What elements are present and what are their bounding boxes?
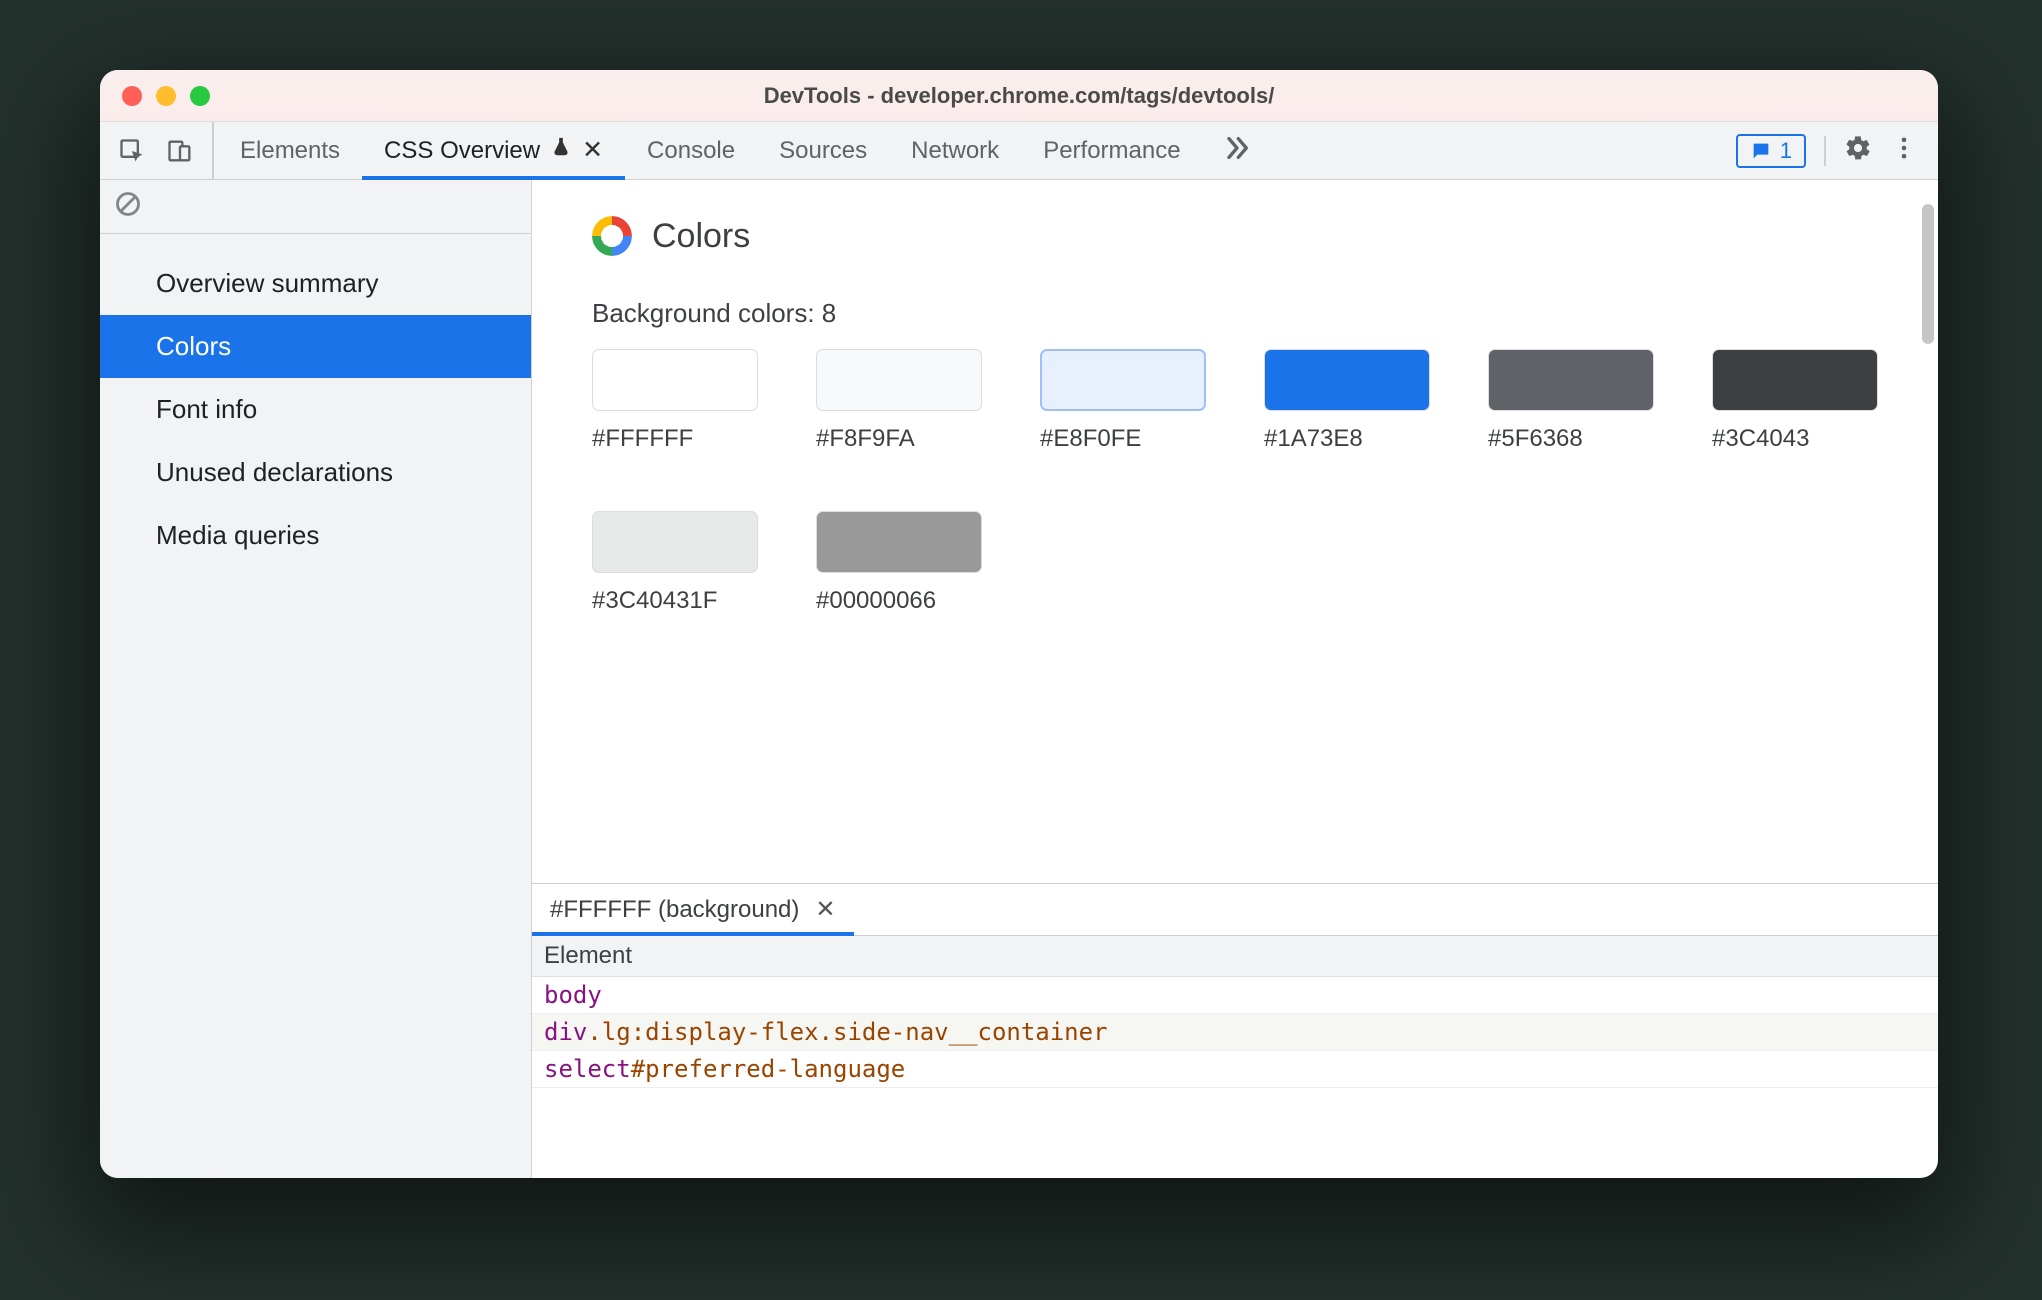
color-swatch[interactable]: #F8F9FA xyxy=(816,349,982,453)
color-swatch[interactable]: #00000066 xyxy=(816,511,982,615)
settings-button[interactable] xyxy=(1844,134,1872,167)
css-overview-sidebar: Overview summaryColorsFont infoUnused de… xyxy=(100,180,532,1178)
more-tabs-button[interactable] xyxy=(1203,122,1271,179)
tab-label: Network xyxy=(911,137,999,165)
toolbar-divider xyxy=(1824,136,1826,166)
window-title: DevTools - developer.chrome.com/tags/dev… xyxy=(100,83,1938,109)
sidebar-item-colors[interactable]: Colors xyxy=(100,315,531,378)
element-tag-token: div xyxy=(544,1018,587,1046)
element-row[interactable]: body xyxy=(532,977,1938,1014)
swatch-hex-label: #F8F9FA xyxy=(816,425,982,453)
color-swatch[interactable]: #E8F0FE xyxy=(1040,349,1206,453)
tab-performance[interactable]: Performance xyxy=(1021,122,1202,179)
tab-css-overview[interactable]: CSS Overview ✕ xyxy=(362,122,625,179)
close-details-tab-icon[interactable]: ✕ xyxy=(815,895,835,924)
swatch-color-box xyxy=(1488,349,1654,411)
sidebar-item-media-queries[interactable]: Media queries xyxy=(100,504,531,567)
clear-overview-icon[interactable] xyxy=(114,190,142,223)
swatch-hex-label: #3C4043 xyxy=(1712,425,1878,453)
swatch-color-box xyxy=(592,349,758,411)
swatch-hex-label: #3C40431F xyxy=(592,587,758,615)
swatch-hex-label: #00000066 xyxy=(816,587,982,615)
element-class-token: .side-nav__container xyxy=(819,1018,1108,1046)
tab-label: CSS Overview xyxy=(384,137,540,165)
color-swatch[interactable]: #3C4043 xyxy=(1712,349,1878,453)
tab-elements[interactable]: Elements xyxy=(218,122,362,179)
element-row[interactable]: select#preferred-language xyxy=(532,1051,1938,1088)
scrollbar-thumb[interactable] xyxy=(1922,204,1934,344)
element-tag-token: select xyxy=(544,1055,631,1083)
swatch-hex-label: #5F6368 xyxy=(1488,425,1654,453)
element-id-token: #preferred-language xyxy=(631,1055,906,1083)
element-tag-token: body xyxy=(544,981,602,1009)
swatch-color-box xyxy=(1264,349,1430,411)
close-tab-icon[interactable]: ✕ xyxy=(582,138,603,163)
tab-console[interactable]: Console xyxy=(625,122,757,179)
swatch-color-box xyxy=(816,511,982,573)
issues-count: 1 xyxy=(1780,138,1792,164)
details-tab[interactable]: #FFFFFF (background) ✕ xyxy=(532,884,854,935)
color-swatch[interactable]: #5F6368 xyxy=(1488,349,1654,453)
tab-label: Elements xyxy=(240,137,340,165)
color-swatch[interactable]: #1A73E8 xyxy=(1264,349,1430,453)
colors-panel: Colors Background colors: 8 #FFFFFF #F8F9… xyxy=(532,180,1938,883)
color-swatch[interactable]: #3C40431F xyxy=(592,511,758,615)
sidebar-item-unused-declarations[interactable]: Unused declarations xyxy=(100,441,531,504)
swatch-color-box xyxy=(1040,349,1206,411)
devtools-tabbar: Elements CSS Overview ✕ Console Sources Netwo… xyxy=(100,122,1938,180)
tab-label: Console xyxy=(647,137,735,165)
more-options-button[interactable] xyxy=(1882,134,1926,167)
swatch-hex-label: #1A73E8 xyxy=(1264,425,1430,453)
swatch-color-box xyxy=(1712,349,1878,411)
sidebar-item-font-info[interactable]: Font info xyxy=(100,378,531,441)
tab-label: Performance xyxy=(1043,137,1180,165)
color-swatch[interactable]: #FFFFFF xyxy=(592,349,758,453)
swatch-hex-label: #FFFFFF xyxy=(592,425,758,453)
experiment-flask-icon xyxy=(550,136,572,165)
mac-titlebar: DevTools - developer.chrome.com/tags/dev… xyxy=(100,70,1938,122)
tab-label: Sources xyxy=(779,137,867,165)
swatch-hex-label: #E8F0FE xyxy=(1040,425,1206,453)
background-colors-label: Background colors: 8 xyxy=(592,298,1898,329)
element-row[interactable]: div.lg:display-flex.side-nav__container xyxy=(532,1014,1938,1051)
issues-button[interactable]: 1 xyxy=(1736,134,1806,168)
devtools-window: DevTools - developer.chrome.com/tags/dev… xyxy=(100,70,1938,1178)
colors-ring-icon xyxy=(592,216,632,256)
color-details-drawer: #FFFFFF (background) ✕ Element body div.l… xyxy=(532,883,1938,1178)
details-tab-label: #FFFFFF (background) xyxy=(550,896,799,924)
sidebar-item-overview-summary[interactable]: Overview summary xyxy=(100,252,531,315)
element-table-header: Element xyxy=(532,936,1938,977)
swatch-color-box xyxy=(816,349,982,411)
device-toolbar-icon[interactable] xyxy=(166,137,194,165)
element-class-token: .lg:display-flex xyxy=(587,1018,818,1046)
swatch-color-box xyxy=(592,511,758,573)
inspect-element-icon[interactable] xyxy=(118,137,146,165)
tab-sources[interactable]: Sources xyxy=(757,122,889,179)
colors-heading: Colors xyxy=(652,217,750,256)
tab-network[interactable]: Network xyxy=(889,122,1021,179)
